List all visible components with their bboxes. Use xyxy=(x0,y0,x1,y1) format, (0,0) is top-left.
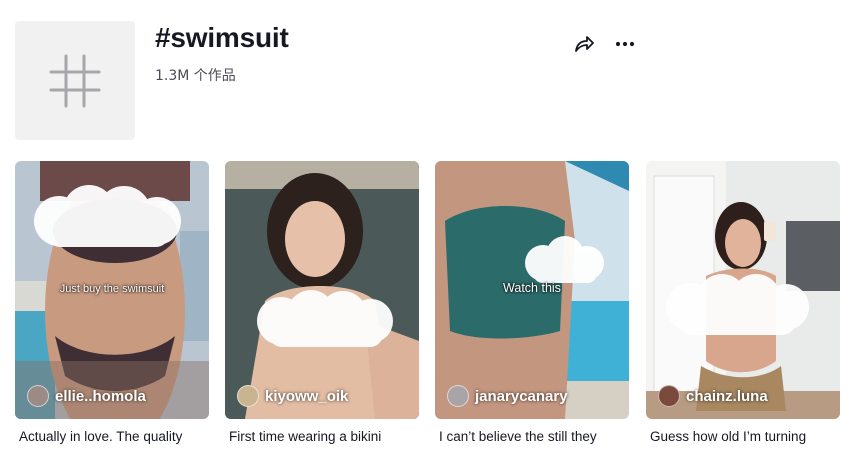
author-name: kiyoww_oik xyxy=(265,387,349,405)
video-grid: Just buy the swimsuit ellie..homola Actu… xyxy=(15,161,841,451)
more-dots-icon xyxy=(615,41,635,47)
author[interactable]: janarycanary xyxy=(447,385,568,407)
overlay-caption: Just buy the swimsuit xyxy=(59,283,165,295)
video-card: kiyoww_oik First time wearing a bikini xyxy=(225,161,419,444)
blur-cloud xyxy=(666,274,809,335)
author-name: chainz.luna xyxy=(686,387,768,405)
blur-cloud xyxy=(257,290,393,347)
author[interactable]: ellie..homola xyxy=(27,385,146,407)
video-card: Just buy the swimsuit ellie..homola Actu… xyxy=(15,161,209,444)
author-name: janarycanary xyxy=(475,387,568,405)
video-thumbnail[interactable]: kiyoww_oik xyxy=(225,161,419,419)
share-arrow-icon xyxy=(575,36,594,52)
blur-cloud xyxy=(34,185,181,247)
avatar xyxy=(237,385,259,407)
hashtag-avatar xyxy=(15,21,135,140)
page-title: #swimsuit xyxy=(155,22,289,53)
video-caption[interactable]: First time wearing a bikini xyxy=(229,429,423,444)
avatar xyxy=(447,385,469,407)
avatar xyxy=(27,385,49,407)
video-thumbnail[interactable]: Watch this janarycanary xyxy=(435,161,629,419)
video-caption[interactable]: Actually in love. The quality xyxy=(19,429,213,444)
author-name: ellie..homola xyxy=(55,387,146,405)
video-card: Watch this janarycanary I can’t believe … xyxy=(435,161,629,444)
video-thumbnail[interactable]: Just buy the swimsuit ellie..homola xyxy=(15,161,209,419)
author[interactable]: kiyoww_oik xyxy=(237,385,348,407)
video-thumbnail[interactable]: chainz.luna xyxy=(646,161,840,419)
author[interactable]: chainz.luna xyxy=(658,385,768,407)
video-caption[interactable]: I can’t believe the still they xyxy=(439,429,633,444)
video-card: chainz.luna Guess how old I’m turning xyxy=(646,161,840,444)
more-button[interactable] xyxy=(611,30,639,58)
tag-header: #swimsuit 1.3M 个作品 xyxy=(0,0,851,150)
blur-cloud xyxy=(525,236,604,283)
hashtag-icon xyxy=(49,54,101,107)
share-button[interactable] xyxy=(570,30,598,58)
video-count: 1.3M 个作品 xyxy=(155,68,236,84)
video-caption[interactable]: Guess how old I’m turning xyxy=(650,429,844,444)
avatar xyxy=(658,385,680,407)
overlay-caption: Watch this xyxy=(503,281,561,295)
